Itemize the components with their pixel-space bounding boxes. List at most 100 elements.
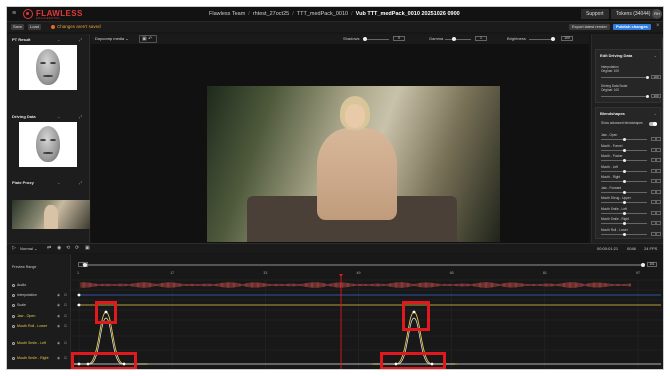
breadcrumb-shot[interactable]: TTT_medPack_0010	[297, 11, 348, 17]
video-frame[interactable]	[207, 86, 500, 242]
visibility-icon[interactable]: ◉	[57, 293, 60, 297]
gamma-slider-handle[interactable]	[452, 37, 456, 41]
lock-icon[interactable]: ⊡	[64, 303, 67, 307]
brightness-value[interactable]: 100	[561, 36, 573, 41]
timecode: 00:00:01:21	[597, 246, 619, 251]
blendshape-slider-handle[interactable]	[623, 232, 626, 236]
lock-icon[interactable]: ⊡	[64, 314, 67, 318]
interpolation-original: Original: 100	[601, 69, 620, 73]
brightness-slider-handle[interactable]	[551, 37, 555, 41]
visibility-icon[interactable]: ◉	[57, 324, 60, 328]
shadows-value[interactable]: 0	[393, 36, 405, 41]
blendshape-value[interactable]: 0	[651, 158, 661, 162]
view-mode-icon[interactable]: ▣ ↶	[139, 35, 157, 43]
avatar[interactable]: RH	[652, 9, 662, 19]
keyframe-toggle-icon[interactable]	[12, 324, 15, 328]
blendshape-value[interactable]: 0	[651, 210, 661, 215]
eye-icon[interactable]: ◉	[57, 245, 61, 251]
gamma-value[interactable]: 1	[475, 36, 487, 41]
driving-scale-slider[interactable]	[601, 96, 647, 97]
breadcrumb-team[interactable]: Flawless Team	[209, 11, 245, 17]
keyframe-toggle-icon[interactable]	[12, 314, 15, 318]
blendshape-value[interactable]: 0	[651, 179, 661, 183]
next-keyframe-icon[interactable]: ⟳	[75, 245, 79, 251]
keyframe-toggle-icon[interactable]	[12, 341, 15, 345]
shadows-slider-handle[interactable]	[363, 37, 367, 41]
timeline: Preview Range Audio Interpolation ◉ ⊡ Scale ◉…	[7, 254, 664, 370]
blendshapes-heading: Blendshapes	[600, 111, 625, 116]
blendshape-value[interactable]: 0	[651, 137, 661, 141]
keyframe-toggle-icon[interactable]	[12, 356, 15, 360]
save-button[interactable]: Save	[11, 24, 25, 30]
keyframe-toggle-icon[interactable]	[12, 293, 15, 297]
prev-keyframe-icon[interactable]: ⟲	[66, 245, 70, 251]
expand-icon[interactable]: ⤢	[79, 114, 82, 119]
blendshape-value[interactable]: 0	[651, 221, 661, 225]
right-panel-scrollbar[interactable]	[662, 38, 663, 238]
blendshape-slider-handle[interactable]	[623, 159, 626, 162]
blendshape-slider-handle[interactable]	[623, 201, 626, 204]
keyframe-toggle-icon[interactable]	[12, 303, 15, 307]
play-icon[interactable]: ▷	[12, 245, 16, 251]
interpolation-slider[interactable]	[601, 77, 647, 78]
track-label: Mouth Smile - Left ◉ ⊡	[12, 341, 67, 345]
lock-icon[interactable]: ⊡	[64, 341, 67, 345]
tokens-button[interactable]: Tokens (34044)	[611, 9, 656, 19]
expand-icon[interactable]: ⤢	[79, 37, 82, 42]
driving-data-preview	[19, 122, 77, 167]
blendshape-slider-handle[interactable]	[623, 180, 626, 183]
timeline-canvas[interactable]	[71, 254, 664, 370]
chevron-down-icon[interactable]: ⌄	[57, 37, 60, 42]
camera-icon[interactable]: ▣	[85, 245, 90, 251]
range-end-handle	[641, 263, 645, 267]
logo-subtext: ENGINEERING	[36, 17, 61, 20]
playback-speed-select[interactable]: Normal ⌄	[20, 246, 37, 251]
source-select[interactable]: Dopcomp media ⌄	[95, 36, 129, 41]
warning-icon	[51, 24, 55, 29]
driving-scale-slider-handle[interactable]	[646, 95, 649, 98]
keyframe-toggle-icon[interactable]	[12, 283, 15, 287]
chevron-down-icon[interactable]: ⌄	[654, 111, 657, 116]
action-bar: Save Load Changes aren't saved Export la…	[7, 22, 663, 32]
chevron-down-icon[interactable]: ⌄	[654, 53, 657, 58]
loop-icon[interactable]: ⇄	[47, 245, 51, 251]
edit-driving-data-section: Edit Driving Data ⌄ Interpolation Origin…	[595, 49, 661, 103]
lock-icon[interactable]: ⊡	[64, 293, 67, 297]
breadcrumb-project[interactable]: rhtest_27oct25	[253, 11, 289, 17]
blendshape-label: Jaw - Open	[601, 133, 618, 137]
breadcrumb-current: Vub TTT_medPack_0010 20251026 0900	[355, 11, 460, 17]
publish-changes-button[interactable]: Publish changes	[613, 24, 651, 30]
blendshape-value[interactable]: 0	[651, 147, 661, 152]
visibility-icon[interactable]: ◉	[57, 356, 60, 360]
blendshape-value[interactable]: 0	[651, 189, 661, 194]
chevron-down-icon[interactable]: ⌄	[57, 180, 60, 185]
blendshape-slider-handle[interactable]	[623, 138, 626, 141]
blendshape-value[interactable]: 0	[651, 231, 661, 236]
chevron-down-icon[interactable]: ⌄	[57, 114, 60, 119]
blendshape-value[interactable]: 0	[651, 200, 661, 204]
visibility-icon[interactable]: ◉	[57, 303, 60, 307]
lock-icon[interactable]: ⊡	[64, 324, 67, 328]
driving-scale-value[interactable]: 100	[651, 94, 661, 98]
visibility-icon[interactable]: ◉	[57, 341, 60, 345]
advanced-blendshapes-toggle[interactable]	[649, 122, 657, 126]
menu-icon[interactable]: ≡	[12, 10, 18, 17]
load-button[interactable]: Load	[28, 24, 41, 30]
blendshape-slider-handle[interactable]	[623, 190, 626, 194]
close-icon[interactable]: ×	[656, 23, 660, 29]
interpolation-value[interactable]: 100	[651, 75, 661, 79]
lock-icon[interactable]: ⊡	[64, 356, 67, 360]
interpolation-slider-handle[interactable]	[646, 76, 649, 79]
support-button[interactable]: Support	[581, 9, 609, 19]
blendshape-value[interactable]: 0	[651, 168, 661, 173]
blendshape-slider-handle[interactable]	[623, 169, 626, 173]
blendshape-slider-handle[interactable]	[623, 148, 626, 152]
visibility-icon[interactable]: ◉	[57, 314, 60, 318]
expand-icon[interactable]: ⤢	[79, 180, 82, 185]
export-render-button[interactable]: Export latest render	[569, 24, 610, 30]
blendshape-slider-handle[interactable]	[623, 222, 626, 225]
gamma-slider[interactable]	[445, 39, 471, 40]
blendshape-label: Mouth - Left	[601, 164, 619, 169]
blendshape-slider-handle[interactable]	[623, 211, 626, 215]
blendshape-label: Mouth Smile - Left	[601, 206, 627, 211]
